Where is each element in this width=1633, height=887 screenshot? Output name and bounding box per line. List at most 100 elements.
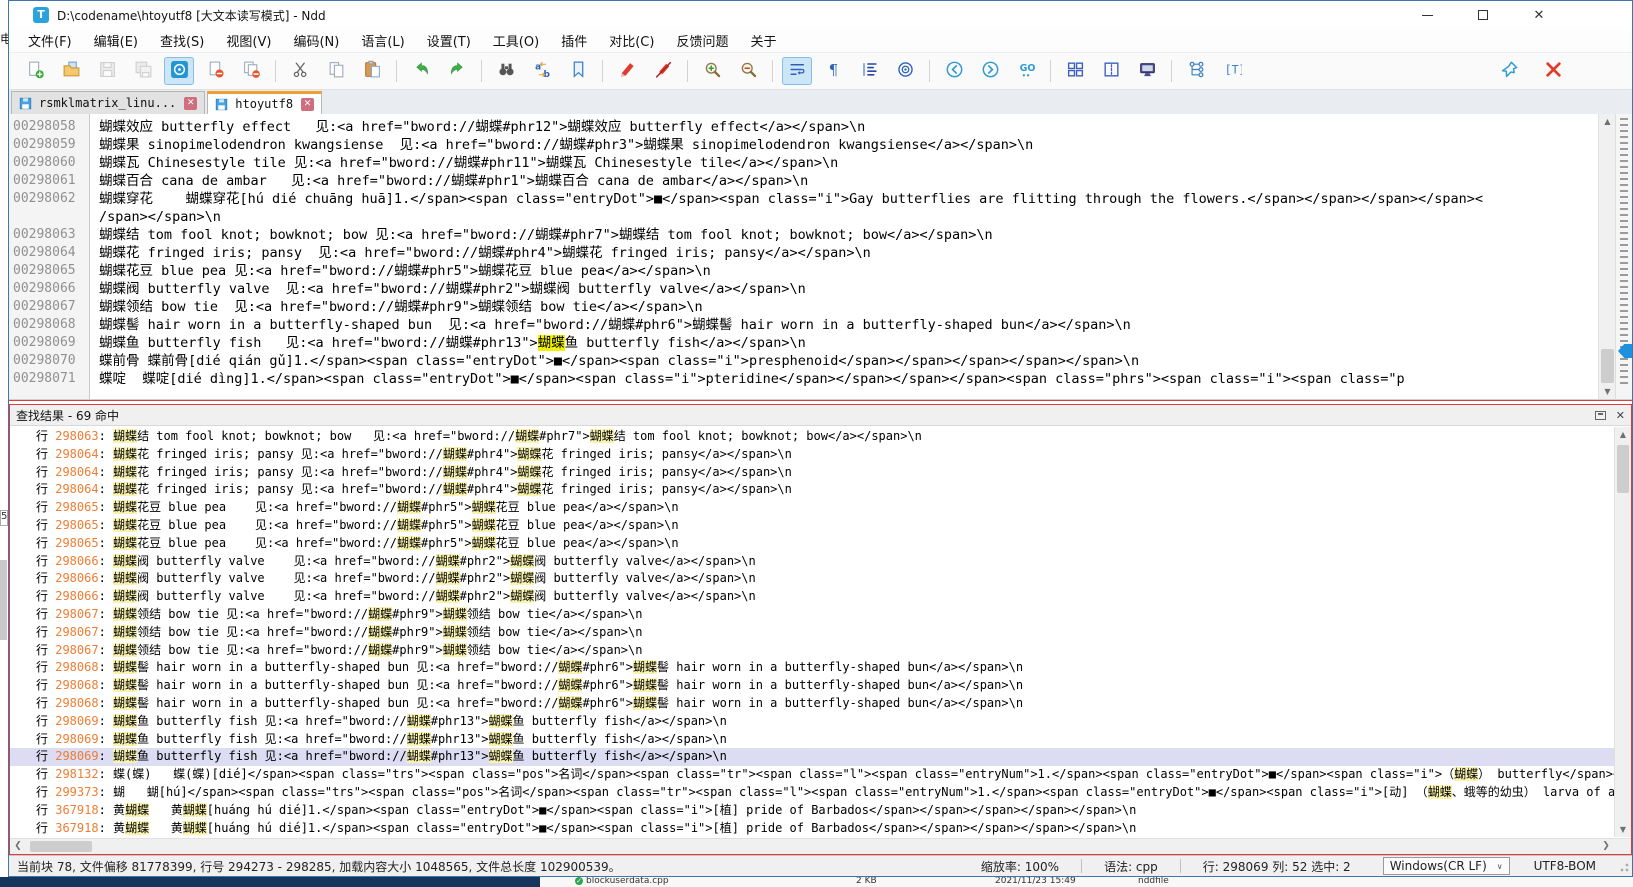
search-result-row[interactable]: 行 298068: 蝴蝶髻 hair worn in a butterfly-s… (10, 677, 1631, 695)
close-all-docs-button[interactable] (236, 57, 266, 85)
scroll-down-arrow-icon[interactable]: ▼ (1615, 822, 1631, 837)
menu-item-11[interactable]: 反馈问题 (667, 29, 737, 52)
search-result-row[interactable]: 行 298065: 蝴蝶花豆 blue pea 见:<a href="bword… (10, 535, 1631, 553)
search-result-row[interactable]: 行 298069: 蝴蝶鱼 butterfly fish 见:<a href="… (10, 731, 1631, 749)
scope-button[interactable] (890, 57, 920, 85)
editor-line[interactable]: 00298069蝴蝶鱼 butterfly fish 见:<a href="bw… (9, 334, 1598, 352)
close-results-icon[interactable]: ✕ (1616, 410, 1625, 421)
editor-line[interactable]: 00298071蝶啶 蝶啶[dié dìng]1.</span><span cl… (9, 370, 1598, 388)
search-result-row[interactable]: 行 298066: 蝴蝶阀 butterfly valve 见:<a href=… (10, 588, 1631, 606)
menu-item-3[interactable]: 查找(S) (151, 29, 213, 52)
save-button[interactable] (92, 57, 122, 85)
copy-button[interactable] (321, 57, 351, 85)
zoom-out-button[interactable] (733, 57, 763, 85)
search-result-row[interactable]: 行 298068: 蝴蝶髻 hair worn in a butterfly-s… (10, 695, 1631, 713)
goto-line-button[interactable]: GO (1011, 57, 1041, 85)
window-close-button[interactable]: ✕ (1524, 4, 1554, 26)
search-result-row[interactable]: 行 298066: 蝴蝶阀 butterfly valve 见:<a href=… (10, 553, 1631, 571)
nav-back-button[interactable] (939, 57, 969, 85)
search-result-row[interactable]: 行 298132: 蝶(蝶) 蝶(蝶)[dié]</span><span cla… (10, 766, 1631, 784)
scroll-right-arrow-icon[interactable]: ❯ (1598, 839, 1614, 854)
search-result-row[interactable]: 行 298065: 蝴蝶花豆 blue pea 见:<a href="bword… (10, 499, 1631, 517)
window-grid-button[interactable] (1060, 57, 1090, 85)
tab-close-icon[interactable]: ✕ (301, 98, 314, 111)
search-result-row[interactable]: 行 299373: 蝴 蝴[hú]</span><span class="trs… (10, 784, 1631, 802)
editor-line[interactable]: /span></span>\n (9, 208, 1598, 226)
replace-button[interactable]: ab (527, 57, 557, 85)
zoom-in-button[interactable] (697, 57, 727, 85)
nav-forward-button[interactable] (975, 57, 1005, 85)
scroll-down-arrow-icon[interactable]: ▼ (1599, 384, 1616, 399)
undo-button[interactable] (406, 57, 436, 85)
editor-line[interactable]: 00298062蝴蝶穿花 蝴蝶穿花[hú dié chuāng huā]1.</… (9, 190, 1598, 208)
highlight-pen-button[interactable] (612, 57, 642, 85)
resize-grip[interactable] (1616, 859, 1630, 873)
scroll-up-arrow-icon[interactable]: ▲ (1615, 427, 1631, 442)
menu-item-4[interactable]: 视图(V) (217, 29, 280, 52)
status-encoding[interactable]: UTF8-BOM (1520, 859, 1610, 873)
find-button[interactable] (491, 57, 521, 85)
eol-format-dropdown[interactable]: Windows(CR LF) ∨ (1383, 857, 1510, 875)
results-scrollbar-thumb[interactable] (1617, 445, 1629, 493)
search-results-header[interactable]: 查找结果 - 69 命中 ✕ (10, 405, 1631, 426)
search-result-row[interactable]: 行 298068: 蝴蝶髻 hair worn in a butterfly-s… (10, 659, 1631, 677)
word-wrap-button[interactable] (782, 57, 812, 85)
open-file-button[interactable] (56, 57, 86, 85)
menu-item-7[interactable]: 设置(T) (418, 29, 480, 52)
monitor-button[interactable] (1132, 57, 1162, 85)
split-view-button[interactable] (1096, 57, 1126, 85)
undock-panel-icon[interactable] (1595, 411, 1606, 420)
cut-button[interactable] (285, 57, 315, 85)
menu-item-10[interactable]: 对比(C) (600, 29, 663, 52)
results-vertical-scrollbar[interactable]: ▲ ▼ (1614, 427, 1631, 837)
results-horizontal-scrollbar[interactable]: ❮ ❯ (10, 838, 1631, 854)
scroll-up-arrow-icon[interactable]: ▲ (1599, 114, 1616, 129)
menu-item-8[interactable]: 工具(O) (484, 29, 548, 52)
close-doc-button[interactable] (200, 57, 230, 85)
editor-line[interactable]: 00298070蝶前骨 蝶前骨[dié qián gǔ]1.</span><sp… (9, 352, 1598, 370)
editor-line[interactable]: 00298065蝴蝶花豆 blue pea 见:<a href="bword:/… (9, 262, 1598, 280)
editor-vertical-scrollbar[interactable]: ▲ ▼ (1598, 114, 1615, 399)
search-result-row[interactable]: 行 298064: 蝴蝶花 fringed iris; pansy 见:<a h… (10, 446, 1631, 464)
editor-line[interactable]: 00298058蝴蝶效应 butterfly effect 见:<a href=… (9, 118, 1598, 136)
editor-line[interactable]: 00298068蝴蝶髻 hair worn in a butterfly-sha… (9, 316, 1598, 334)
search-result-row[interactable]: 行 298067: 蝴蝶领结 bow tie 见:<a href="bword:… (10, 606, 1631, 624)
search-result-row[interactable]: 行 298067: 蝴蝶领结 bow tie 见:<a href="bword:… (10, 624, 1631, 642)
maximize-button[interactable] (1468, 4, 1498, 26)
bookmark-button[interactable] (563, 57, 593, 85)
search-result-row[interactable]: 行 298064: 蝴蝶花 fringed iris; pansy 见:<a h… (10, 464, 1631, 482)
search-result-row[interactable]: 行 298069: 蝴蝶鱼 butterfly fish 见:<a href="… (10, 713, 1631, 731)
save-all-button[interactable] (128, 57, 158, 85)
menu-item-9[interactable]: 插件 (552, 29, 596, 52)
paste-button[interactable] (357, 57, 387, 85)
close-panel-button[interactable] (1538, 57, 1568, 85)
pin-button[interactable] (1494, 57, 1524, 85)
search-result-row[interactable]: 行 298063: 蝴蝶结 tom fool knot; bowknot; bo… (10, 428, 1631, 446)
editor-line[interactable]: 00298066蝴蝶阀 butterfly valve 见:<a href="b… (9, 280, 1598, 298)
editor-line[interactable]: 00298059蝴蝶果 sinopimelodendron kwangsiens… (9, 136, 1598, 154)
editor-line[interactable]: 00298067蝴蝶领结 bow tie 见:<a href="bword://… (9, 298, 1598, 316)
editor-line[interactable]: 00298060蝴蝶瓦 Chinesestyle tile 见:<a href=… (9, 154, 1598, 172)
menu-item-12[interactable]: 关于 (741, 29, 785, 52)
editor-line[interactable]: 00298063蝴蝶结 tom fool knot; bowknot; bow … (9, 226, 1598, 244)
menu-item-5[interactable]: 编码(N) (284, 29, 348, 52)
tab-close-icon[interactable]: ✕ (184, 97, 197, 110)
show-all-chars-button[interactable]: ¶ (818, 57, 848, 85)
search-result-row[interactable]: 行 298069: 蝴蝶鱼 butterfly fish 见:<a href="… (10, 748, 1631, 766)
menu-item-6[interactable]: 语言(L) (352, 29, 413, 52)
search-result-row[interactable]: 行 298064: 蝴蝶花 fringed iris; pansy 见:<a h… (10, 481, 1631, 499)
menu-item-1[interactable]: 文件(F) (19, 29, 81, 52)
search-result-row[interactable]: 行 298066: 蝴蝶阀 butterfly valve 见:<a href=… (10, 570, 1631, 588)
editor-line[interactable]: 00298061蝴蝶百合 cana de ambar 见:<a href="bw… (9, 172, 1598, 190)
tab-htoyutf8[interactable]: htoyutf8✕ (207, 91, 322, 114)
large-file-mode-button[interactable] (164, 57, 194, 85)
editor-line[interactable]: 00298064蝴蝶花 fringed iris; pansy 见:<a hre… (9, 244, 1598, 262)
search-result-row[interactable]: 行 298065: 蝴蝶花豆 blue pea 见:<a href="bword… (10, 517, 1631, 535)
editor-scrollbar-thumb[interactable] (1601, 349, 1614, 383)
clear-highlight-button[interactable] (648, 57, 678, 85)
function-list-button[interactable] (1181, 57, 1211, 85)
indent-guide-button[interactable] (854, 57, 884, 85)
text-format-button[interactable]: [T] (1217, 57, 1247, 85)
search-result-row[interactable]: 行 367918: 黄蝴蝶 黄蝴蝶[huáng hú dié]1.</span>… (10, 820, 1631, 838)
tab-rsmklmatrix-linu-[interactable]: rsmklmatrix_linu...✕ (11, 91, 205, 114)
